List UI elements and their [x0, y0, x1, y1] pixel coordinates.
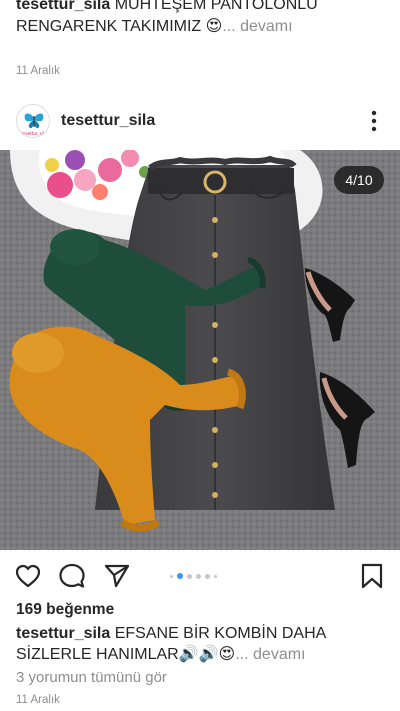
avatar[interactable]: tesettur_sila [16, 104, 50, 138]
post-photo-image [0, 150, 400, 550]
comment-icon[interactable] [58, 562, 86, 590]
post-caption: tesettur_sila EFSANE BİR KOMBİN DAHA SİZ… [16, 623, 388, 665]
post-date: 11 Aralık [16, 694, 60, 706]
image-counter: 4/10 [334, 166, 384, 194]
bookmark-icon[interactable] [358, 562, 386, 590]
caption-more-link[interactable]: ... devamı [235, 646, 305, 663]
send-icon[interactable] [103, 562, 131, 590]
view-all-comments-link[interactable]: 3 yorumun tümünü gör [16, 669, 167, 686]
post-username[interactable]: tesettur_sila [61, 112, 155, 130]
carousel-dot [205, 573, 210, 579]
previous-post-caption: tesettur_sila MUHTEŞEM PANTOLONLU RENGAR… [16, 0, 388, 38]
carousel-dot [196, 573, 201, 579]
action-bar [0, 556, 400, 596]
caption-username[interactable]: tesettur_sila [16, 625, 110, 642]
carousel-dot [187, 573, 192, 579]
previous-post-username[interactable]: tesettur_sila [16, 0, 110, 13]
carousel-dot [170, 574, 173, 578]
previous-post-date: 11 Aralık [16, 65, 60, 77]
post-header: tesettur_sila tesettur_sila [0, 96, 400, 148]
more-vertical-icon[interactable] [362, 108, 386, 134]
carousel-dot-active [177, 573, 183, 579]
heart-icon[interactable] [14, 562, 42, 590]
carousel-dot [214, 574, 217, 578]
svg-text:tesettur_sila: tesettur_sila [22, 131, 47, 136]
carousel-indicator [170, 573, 217, 579]
post-photo[interactable]: 4/10 [0, 150, 400, 550]
like-count[interactable]: 169 beğenme [16, 601, 114, 619]
previous-post-more-link[interactable]: ... devamı [222, 18, 292, 35]
